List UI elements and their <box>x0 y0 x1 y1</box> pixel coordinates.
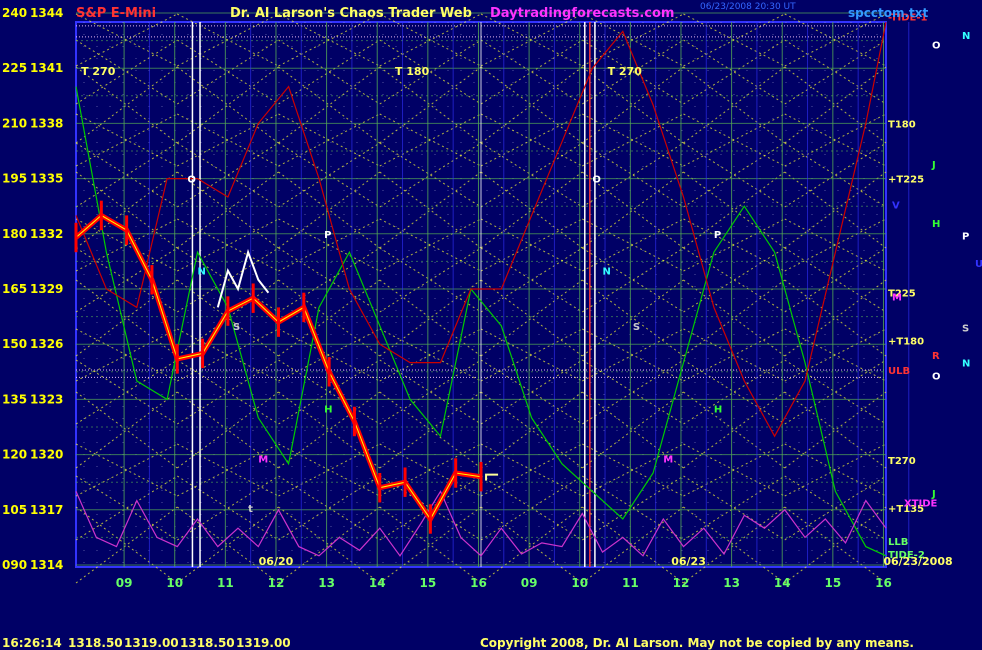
y-left-tick-label: 090 <box>2 558 27 572</box>
side-planet-marker: R <box>932 351 940 362</box>
x-tick-label: 10 <box>571 576 588 590</box>
x-tick-label: 09 <box>521 576 538 590</box>
x-tick-label: 12 <box>268 576 285 590</box>
x-tick-label: 11 <box>217 576 234 590</box>
x-tick-label: 10 <box>166 576 183 590</box>
footer-high: 1319.00 <box>124 636 179 650</box>
y-left-tick-label: 105 <box>2 503 27 517</box>
right-level-label: +T225 <box>888 175 924 186</box>
x-tick-label: 09 <box>116 576 133 590</box>
x-tick-label: 15 <box>824 576 841 590</box>
y-left-tick-label: 240 <box>2 6 27 20</box>
footer-low: 1318.50 <box>180 636 235 650</box>
y-right-tick-label: 1338 <box>30 116 63 130</box>
planet-marker: N <box>198 267 206 278</box>
side-planet-marker: J <box>931 489 936 500</box>
y-right-tick-label: 1332 <box>30 227 63 241</box>
y-left-tick-label: 225 <box>2 61 27 75</box>
planet-marker: O <box>187 175 196 186</box>
y-left-tick-label: 135 <box>2 392 27 406</box>
y-left-tick-label: 120 <box>2 448 27 462</box>
planet-marker: S <box>233 322 240 333</box>
x-tick-label: 11 <box>622 576 639 590</box>
right-level-label: T180 <box>888 119 916 130</box>
side-planet-marker: J <box>931 160 936 171</box>
planet-marker: t <box>248 504 253 515</box>
date-label: 06/20 <box>259 555 294 568</box>
top-time-label: T 270 <box>608 65 643 78</box>
y-right-tick-label: 1329 <box>30 282 63 296</box>
footer-close: 1319.00 <box>236 636 291 650</box>
right-level-label: ULB <box>888 366 910 377</box>
side-planet-marker: N <box>962 359 970 370</box>
y-left-tick-label: 150 <box>2 337 27 351</box>
right-level-label: +T180 <box>888 337 924 348</box>
side-planet-marker: H <box>932 219 940 230</box>
y-right-tick-label: 1344 <box>30 6 63 20</box>
planet-marker: N <box>603 267 611 278</box>
timestamp: 06/23/2008 20:30 UT <box>700 2 796 12</box>
x-tick-label: 16 <box>470 576 487 590</box>
site-title: Dr. Al Larson's Chaos Trader Web <box>230 6 472 21</box>
planet-marker: O <box>592 175 601 186</box>
y-left-tick-label: 180 <box>2 227 27 241</box>
side-planet-marker: U <box>975 259 982 270</box>
side-planet-marker: O <box>932 371 941 382</box>
y-left-tick-label: 195 <box>2 172 27 186</box>
y-left-tick-label: 210 <box>2 116 27 130</box>
planet-marker: S <box>633 322 640 333</box>
planet-marker: H <box>324 405 332 416</box>
y-right-tick-label: 1314 <box>30 558 63 572</box>
x-tick-label: 14 <box>774 576 791 590</box>
side-planet-marker: M <box>892 292 902 303</box>
corner-date-label: 06/23/2008 <box>883 555 952 568</box>
y-right-tick-label: 1335 <box>30 172 63 186</box>
footer-open: 1318.50 <box>68 636 123 650</box>
right-level-label: T270 <box>888 456 916 467</box>
footer-time: 16:26:14 <box>2 636 62 650</box>
x-tick-label: 13 <box>723 576 740 590</box>
planet-marker: P <box>714 230 721 241</box>
y-right-tick-label: 1317 <box>30 503 63 517</box>
copyright: Copyright 2008, Dr. Al Larson. May not b… <box>480 636 914 650</box>
side-planet-marker: O <box>932 40 941 51</box>
date-label: 06/23 <box>671 555 706 568</box>
planet-marker: M <box>258 454 268 465</box>
planet-marker: H <box>714 405 722 416</box>
side-planet-marker: N <box>962 31 970 42</box>
x-tick-label: 12 <box>673 576 690 590</box>
x-tick-label: 15 <box>419 576 436 590</box>
y-right-tick-label: 1341 <box>30 61 63 75</box>
side-planet-marker: P <box>962 232 969 243</box>
planet-marker: P <box>324 230 331 241</box>
y-right-tick-label: 1320 <box>30 448 63 462</box>
y-right-tick-label: 1326 <box>30 337 63 351</box>
side-planet-marker: V <box>892 200 900 211</box>
file-name: spcctom.txt <box>848 6 929 20</box>
x-tick-label: 16 <box>875 576 892 590</box>
planet-marker: M <box>663 454 673 465</box>
site-url[interactable]: Daytradingforecasts.com <box>490 6 674 21</box>
top-time-label: T 270 <box>81 65 116 78</box>
chart: 240 1344225 1341210 1338195 1335180 1332165 13… <box>0 0 982 650</box>
side-planet-marker: S <box>962 324 969 335</box>
x-tick-label: 14 <box>369 576 386 590</box>
right-level-label: LLB <box>888 537 908 548</box>
x-tick-label: 13 <box>318 576 335 590</box>
instrument-title: S&P E-Mini <box>76 6 157 21</box>
top-time-label: T 180 <box>395 65 430 78</box>
y-right-tick-label: 1323 <box>30 392 63 406</box>
y-left-tick-label: 165 <box>2 282 27 296</box>
